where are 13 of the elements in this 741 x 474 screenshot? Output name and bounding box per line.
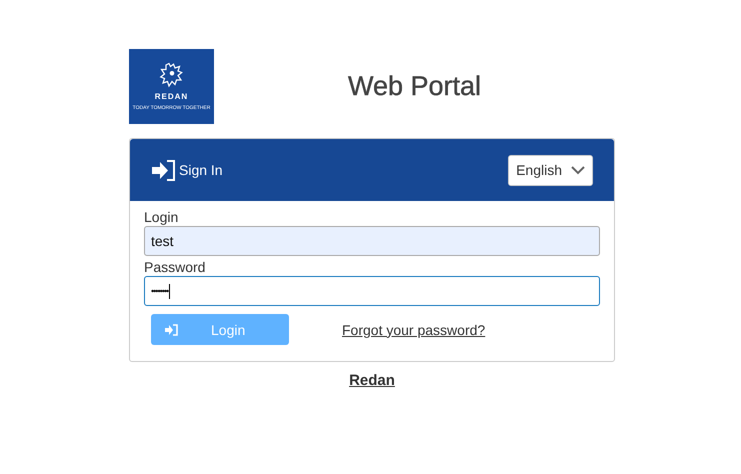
language-select[interactable]: English — [508, 154, 593, 186]
field-label: Login — [144, 209, 180, 226]
login-field[interactable]: test — [144, 226, 600, 256]
logo-wordmark: REDAN — [154, 92, 188, 101]
redan-link[interactable]: Redan — [349, 372, 395, 389]
page-title: Web Portal — [346, 71, 482, 102]
sign-in-icon — [151, 160, 176, 180]
forgot-password-link[interactable]: Forgot your password? — [342, 322, 486, 338]
field-label: Password — [144, 259, 206, 276]
chevron-down-icon — [571, 166, 585, 174]
card-title: Sign In — [179, 162, 223, 178]
password-field[interactable]: •••••••• — [144, 276, 600, 306]
sign-in-icon — [165, 324, 178, 336]
